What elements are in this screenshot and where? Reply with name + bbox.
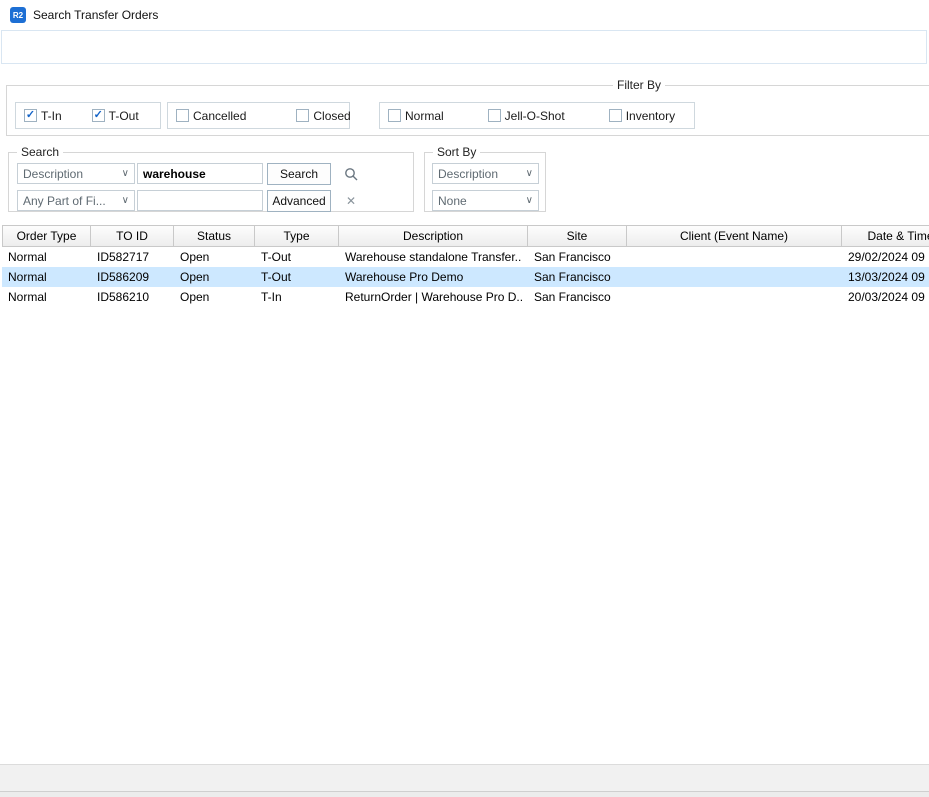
cell-type: T-Out xyxy=(255,247,339,267)
cell-description: Warehouse standalone Transfer.. xyxy=(339,247,528,267)
cell-status: Open xyxy=(174,287,255,307)
cell-type: T-Out xyxy=(255,267,339,287)
sort-by-group: Sort By Description ∨ None ∨ xyxy=(424,152,546,212)
checkbox-label: T-In xyxy=(41,109,62,123)
filter-subgroup: Cancelled Closed xyxy=(167,102,350,129)
cell-site: San Francisco xyxy=(528,267,627,287)
x-glyph: ✕ xyxy=(346,194,356,208)
filter-by-group: Filter By ✓T-In✓T-OutCancelledClosedNorm… xyxy=(6,85,929,136)
chevron-down-icon: ∨ xyxy=(122,195,129,206)
column-header-date-time[interactable]: Date & Time xyxy=(842,225,929,247)
checkbox-label: Inventory xyxy=(626,109,675,123)
cell-to-id: ID586209 xyxy=(91,267,174,287)
search-field-selected-value: Description xyxy=(23,167,83,181)
sort-by-legend: Sort By xyxy=(433,145,480,159)
table-body: NormalID582717OpenT-OutWarehouse standal… xyxy=(2,247,929,307)
cell-order-type: Normal xyxy=(2,267,91,287)
cell-to-id: ID586210 xyxy=(91,287,174,307)
column-header-description[interactable]: Description xyxy=(339,225,528,247)
search-group: Search Description ∨ Search Any Part of … xyxy=(8,152,414,212)
cell-date-time: 20/03/2024 09 xyxy=(842,287,929,307)
checkbox-normal[interactable]: Normal xyxy=(388,109,444,123)
window-title: Search Transfer Orders xyxy=(33,8,158,22)
column-header-status[interactable]: Status xyxy=(174,225,255,247)
cell-site: San Francisco xyxy=(528,247,627,267)
checkbox-checked-icon: ✓ xyxy=(92,109,105,122)
sort-primary-selector[interactable]: Description ∨ xyxy=(432,163,539,184)
column-header-order-type[interactable]: Order Type xyxy=(2,225,91,247)
r2-app-icon: R2 xyxy=(10,7,26,23)
checkbox-jell-o-shot[interactable]: Jell-O-Shot xyxy=(488,109,565,123)
checkbox-label: Normal xyxy=(405,109,444,123)
column-header-client-event-name[interactable]: Client (Event Name) xyxy=(627,225,842,247)
search-field-selector[interactable]: Description ∨ xyxy=(17,163,135,184)
search-match-selected-value: Any Part of Fi... xyxy=(23,194,106,208)
sort-secondary-selector[interactable]: None ∨ xyxy=(432,190,539,211)
checkbox-label: Cancelled xyxy=(193,109,246,123)
checkbox-cancelled[interactable]: Cancelled xyxy=(176,109,246,123)
filter-subgroup: ✓ T-In ✓ T-Out xyxy=(15,102,161,129)
chevron-down-icon: ∨ xyxy=(526,195,533,206)
column-header-site[interactable]: Site xyxy=(528,225,627,247)
cell-client-event-name xyxy=(627,267,842,287)
sort-secondary-selected-value: None xyxy=(438,194,467,208)
search-button[interactable]: Search xyxy=(267,163,331,185)
checkbox-inventory[interactable]: Inventory xyxy=(609,109,675,123)
search-secondary-input[interactable] xyxy=(137,190,263,211)
cell-client-event-name xyxy=(627,247,842,267)
checkbox-t-out[interactable]: ✓ T-Out xyxy=(92,109,139,123)
cell-type: T-In xyxy=(255,287,339,307)
chevron-down-icon: ∨ xyxy=(526,168,533,179)
cell-description: Warehouse Pro Demo xyxy=(339,267,528,287)
cell-to-id: ID582717 xyxy=(91,247,174,267)
search-magnifier-icon[interactable] xyxy=(341,164,361,184)
cell-order-type: Normal xyxy=(2,287,91,307)
table-row-selected[interactable]: NormalID586209OpenT-OutWarehouse Pro Dem… xyxy=(2,267,929,287)
filter-by-legend: Filter By xyxy=(613,78,665,92)
checkbox-unchecked-icon xyxy=(296,109,309,122)
cell-description: ReturnOrder | Warehouse Pro D.. xyxy=(339,287,528,307)
column-header-to-id[interactable]: TO ID xyxy=(91,225,174,247)
transfer-orders-table: Order TypeTO IDStatusTypeDescriptionSite… xyxy=(2,225,929,762)
advanced-button[interactable]: Advanced xyxy=(267,190,331,212)
chevron-down-icon: ∨ xyxy=(122,168,129,179)
search-query-input[interactable] xyxy=(137,163,263,184)
checkbox-unchecked-icon xyxy=(388,109,401,122)
column-header-type[interactable]: Type xyxy=(255,225,339,247)
table-header-row: Order TypeTO IDStatusTypeDescriptionSite… xyxy=(2,225,929,247)
titlebar: R2 Search Transfer Orders xyxy=(0,0,929,30)
checkbox-checked-icon: ✓ xyxy=(24,109,37,122)
search-match-selector[interactable]: Any Part of Fi... ∨ xyxy=(17,190,135,211)
window-bottom-edge xyxy=(0,792,929,797)
sort-primary-selected-value: Description xyxy=(438,167,498,181)
checkbox-unchecked-icon xyxy=(609,109,622,122)
cell-order-type: Normal xyxy=(2,247,91,267)
checkbox-label: Closed xyxy=(313,109,350,123)
magnifier-glyph xyxy=(344,167,358,181)
cell-date-time: 29/02/2024 09 xyxy=(842,247,929,267)
checkbox-unchecked-icon xyxy=(488,109,501,122)
checkbox-label: T-Out xyxy=(109,109,139,123)
checkbox-label: Jell-O-Shot xyxy=(505,109,565,123)
search-legend: Search xyxy=(17,145,63,159)
cell-date-time: 13/03/2024 09 xyxy=(842,267,929,287)
checkbox-unchecked-icon xyxy=(176,109,189,122)
search-transfer-orders-window: R2 Search Transfer Orders Filter By ✓ T-I… xyxy=(0,0,929,797)
table-row[interactable]: NormalID586210OpenT-InReturnOrder | Ware… xyxy=(2,287,929,307)
checkbox-t-in[interactable]: ✓ T-In xyxy=(24,109,62,123)
cell-site: San Francisco xyxy=(528,287,627,307)
cell-status: Open xyxy=(174,267,255,287)
cell-status: Open xyxy=(174,247,255,267)
table-row[interactable]: NormalID582717OpenT-OutWarehouse standal… xyxy=(2,247,929,267)
toolbar-strip xyxy=(1,30,927,64)
clear-search-icon[interactable]: ✕ xyxy=(341,191,361,211)
checkbox-closed[interactable]: Closed xyxy=(296,109,350,123)
status-bar xyxy=(0,764,929,792)
cell-client-event-name xyxy=(627,287,842,307)
filter-subgroup: Normal Jell-O-Shot Inventory xyxy=(379,102,695,129)
